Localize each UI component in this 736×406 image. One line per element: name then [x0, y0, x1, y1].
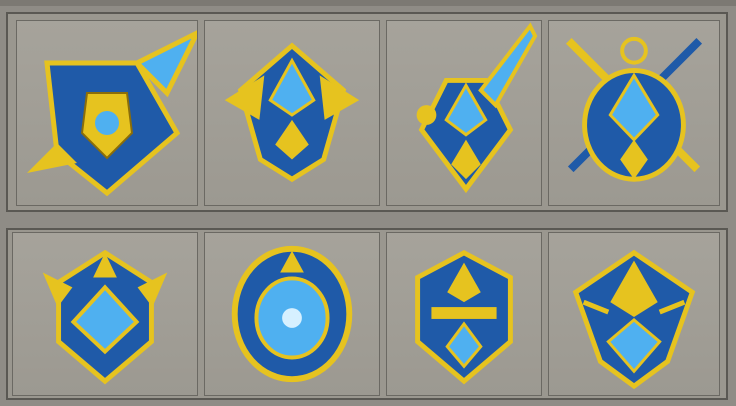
crossed-swords-crest-emblem-icon: [565, 36, 703, 182]
emblem-slot-6[interactable]: [204, 232, 380, 396]
sword-crest-emblem-icon: [416, 22, 538, 194]
top-row-frame: [6, 12, 728, 212]
horned-gem-shield-icon: [42, 249, 168, 385]
kite-shield-icon: [572, 249, 696, 390]
round-gem-shield-icon: [231, 245, 353, 383]
emblem-slot-4[interactable]: [548, 20, 720, 206]
emblem-slot-3[interactable]: [386, 20, 542, 206]
emblem-slot-8[interactable]: [548, 232, 720, 396]
spiked-shield-emblem-icon: [27, 30, 197, 197]
winged-crest-emblem-icon: [224, 42, 360, 183]
emblem-slot-5[interactable]: [12, 232, 198, 396]
emblem-slot-2[interactable]: [204, 20, 380, 206]
emblem-slot-7[interactable]: [386, 232, 542, 396]
bottom-row-frame: [6, 228, 728, 400]
helm-shield-icon: [415, 249, 513, 385]
emblem-slot-1[interactable]: [16, 20, 198, 206]
top-edge: [0, 0, 736, 6]
